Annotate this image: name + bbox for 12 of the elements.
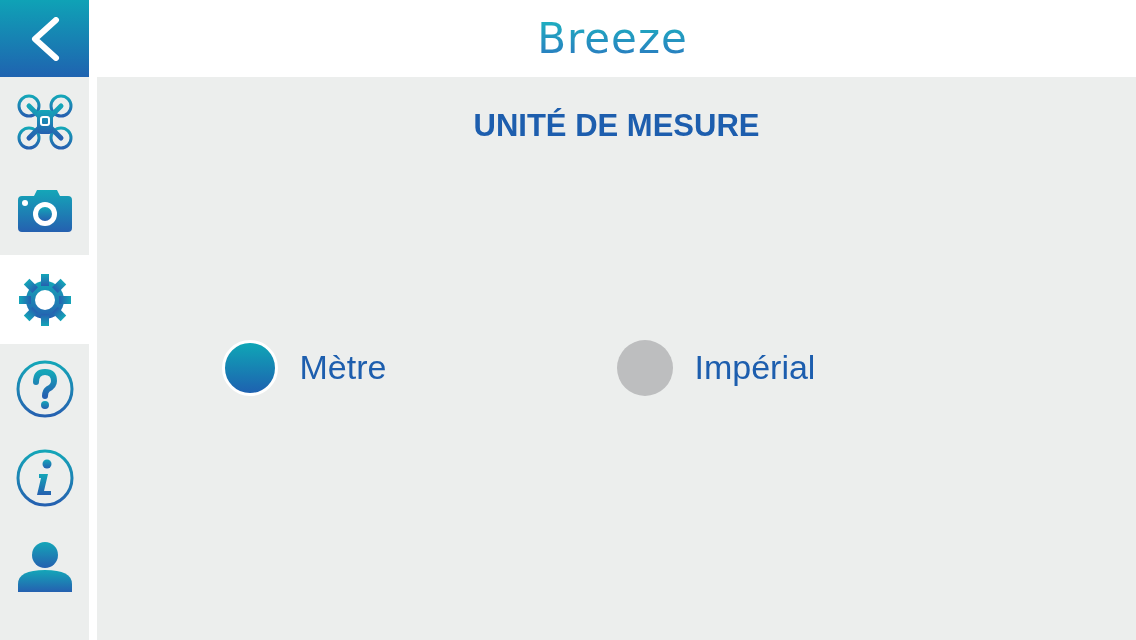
drone-icon (15, 92, 74, 151)
section-title: UNITÉ DE MESURE (473, 107, 760, 145)
info-icon (15, 448, 74, 507)
help-icon (15, 359, 74, 418)
camera-icon (17, 189, 72, 232)
back-icon (29, 16, 60, 61)
back-button[interactable] (0, 0, 89, 77)
user-icon (17, 541, 72, 592)
radio-option[interactable]: Mètre (221, 339, 617, 396)
settings-icon (18, 273, 71, 326)
radio-option[interactable]: Impérial (616, 339, 1012, 396)
sidebar-item[interactable] (0, 255, 89, 344)
